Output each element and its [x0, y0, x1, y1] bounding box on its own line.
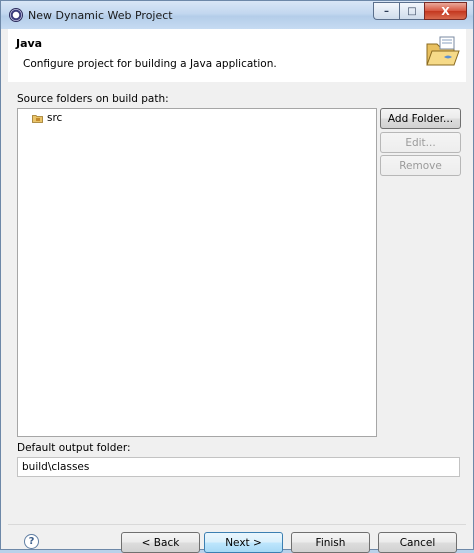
wizard-header: Java Configure project for building a Ja…: [8, 29, 466, 83]
tree-item-src[interactable]: src: [32, 112, 62, 124]
footer-divider: [8, 524, 466, 525]
tree-item-label: src: [47, 112, 63, 124]
add-folder-button[interactable]: Add Folder...: [380, 108, 461, 129]
wizard-body: Source folders on build path: src Add Fo…: [8, 82, 466, 549]
minimize-button[interactable]: –: [373, 2, 399, 20]
window-title: New Dynamic Web Project: [28, 9, 173, 22]
page-description: Configure project for building a Java ap…: [23, 58, 277, 70]
maximize-button[interactable]: □: [399, 2, 424, 20]
help-icon[interactable]: ?: [24, 534, 39, 549]
page-title: Java: [16, 37, 43, 50]
window-controls: – □ X: [373, 2, 467, 20]
close-button[interactable]: X: [424, 2, 467, 20]
remove-button[interactable]: Remove: [380, 155, 461, 176]
source-folders-label: Source folders on build path:: [17, 93, 169, 105]
output-folder-label: Default output folder:: [17, 442, 131, 454]
source-folders-tree[interactable]: src: [17, 108, 377, 437]
edit-button[interactable]: Edit...: [380, 132, 461, 153]
java-folder-banner-icon: [426, 36, 460, 66]
output-folder-input[interactable]: build\classes: [17, 457, 460, 477]
eclipse-app-icon: [9, 8, 23, 22]
package-folder-icon: [32, 114, 43, 123]
dialog-window: New Dynamic Web Project – □ X Java Confi…: [0, 0, 474, 553]
title-bar[interactable]: New Dynamic Web Project – □ X: [1, 1, 473, 29]
